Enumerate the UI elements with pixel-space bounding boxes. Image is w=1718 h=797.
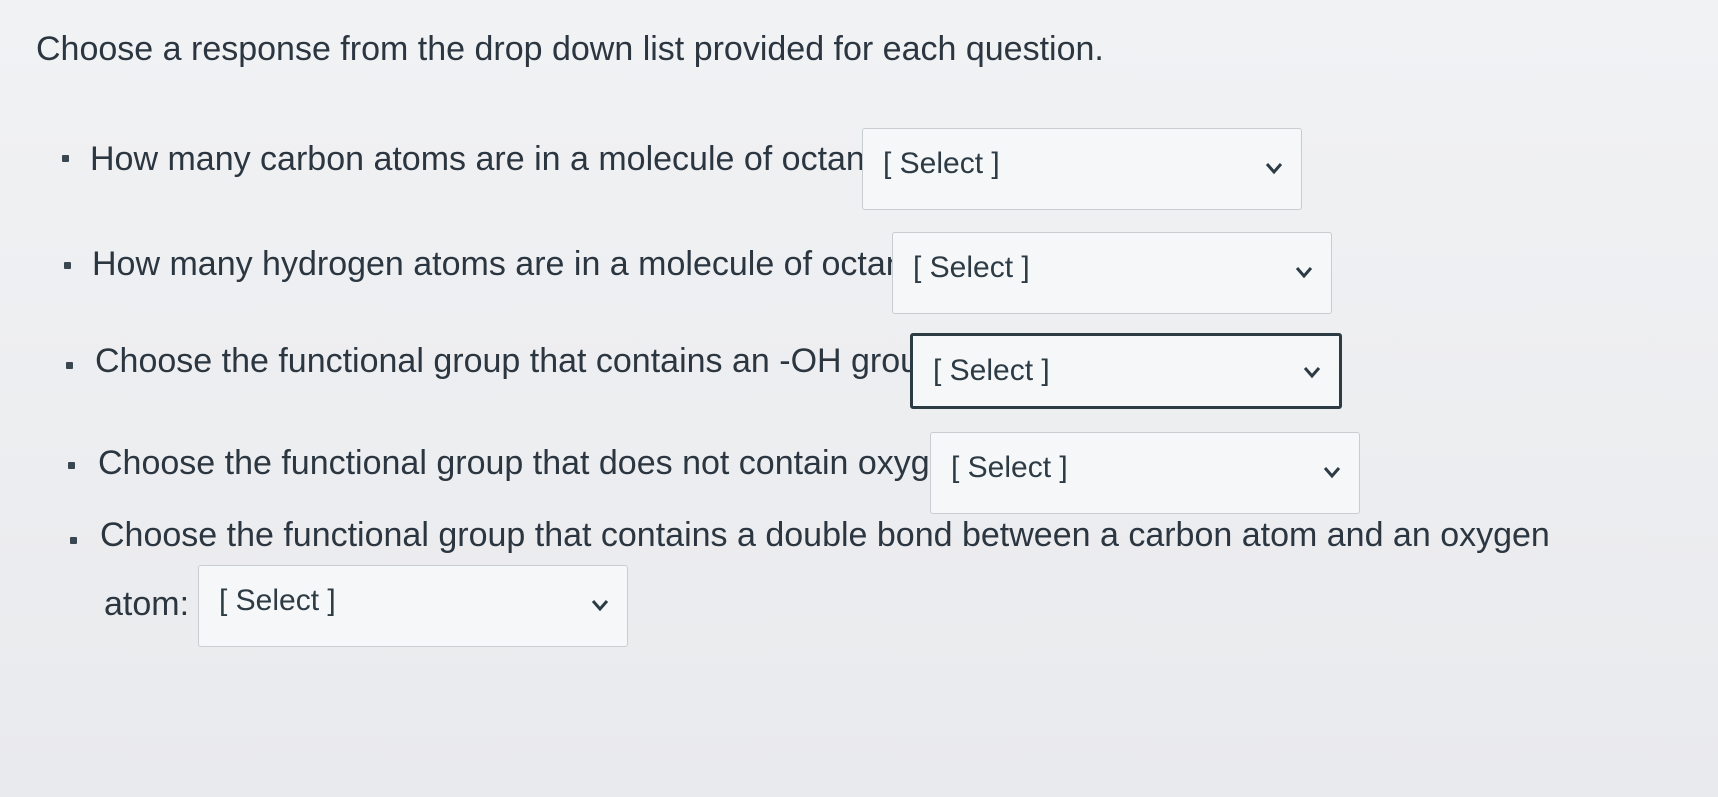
answer-dropdown-1[interactable]: [ Select ] xyxy=(862,128,1302,210)
question-text-5-continued: atom: xyxy=(104,585,190,623)
instructions-text: Choose a response from the drop down lis… xyxy=(36,30,1104,68)
quiz-page: Choose a response from the drop down lis… xyxy=(0,0,1718,797)
chevron-down-icon xyxy=(591,600,609,612)
chevron-down-icon xyxy=(1303,367,1321,379)
dropdown-value-2: [ Select ] xyxy=(913,251,1030,284)
bullet-icon xyxy=(68,462,75,469)
question-text-3: Choose the functional group that contain… xyxy=(95,342,948,380)
chevron-down-icon xyxy=(1295,267,1313,279)
dropdown-value-3: [ Select ] xyxy=(933,354,1050,387)
chevron-down-icon xyxy=(1265,163,1283,175)
bullet-icon xyxy=(64,262,71,269)
answer-dropdown-4[interactable]: [ Select ] xyxy=(930,432,1360,514)
answer-dropdown-3[interactable]: [ Select ] xyxy=(910,333,1342,409)
dropdown-value-5: [ Select ] xyxy=(219,584,336,617)
question-text-2: How many hydrogen atoms are in a molecul… xyxy=(92,245,943,283)
chevron-down-icon xyxy=(1323,467,1341,479)
dropdown-value-4: [ Select ] xyxy=(951,451,1068,484)
answer-dropdown-5[interactable]: [ Select ] xyxy=(198,565,628,647)
question-text-5: Choose the functional group that contain… xyxy=(100,516,1550,554)
question-text-1: How many carbon atoms are in a molecule … xyxy=(90,140,903,178)
answer-dropdown-2[interactable]: [ Select ] xyxy=(892,232,1332,314)
question-text-4: Choose the functional group that does no… xyxy=(98,444,977,482)
bullet-icon xyxy=(62,155,69,162)
dropdown-value-1: [ Select ] xyxy=(883,147,1000,180)
bullet-icon xyxy=(70,537,77,544)
bullet-icon xyxy=(66,362,73,369)
